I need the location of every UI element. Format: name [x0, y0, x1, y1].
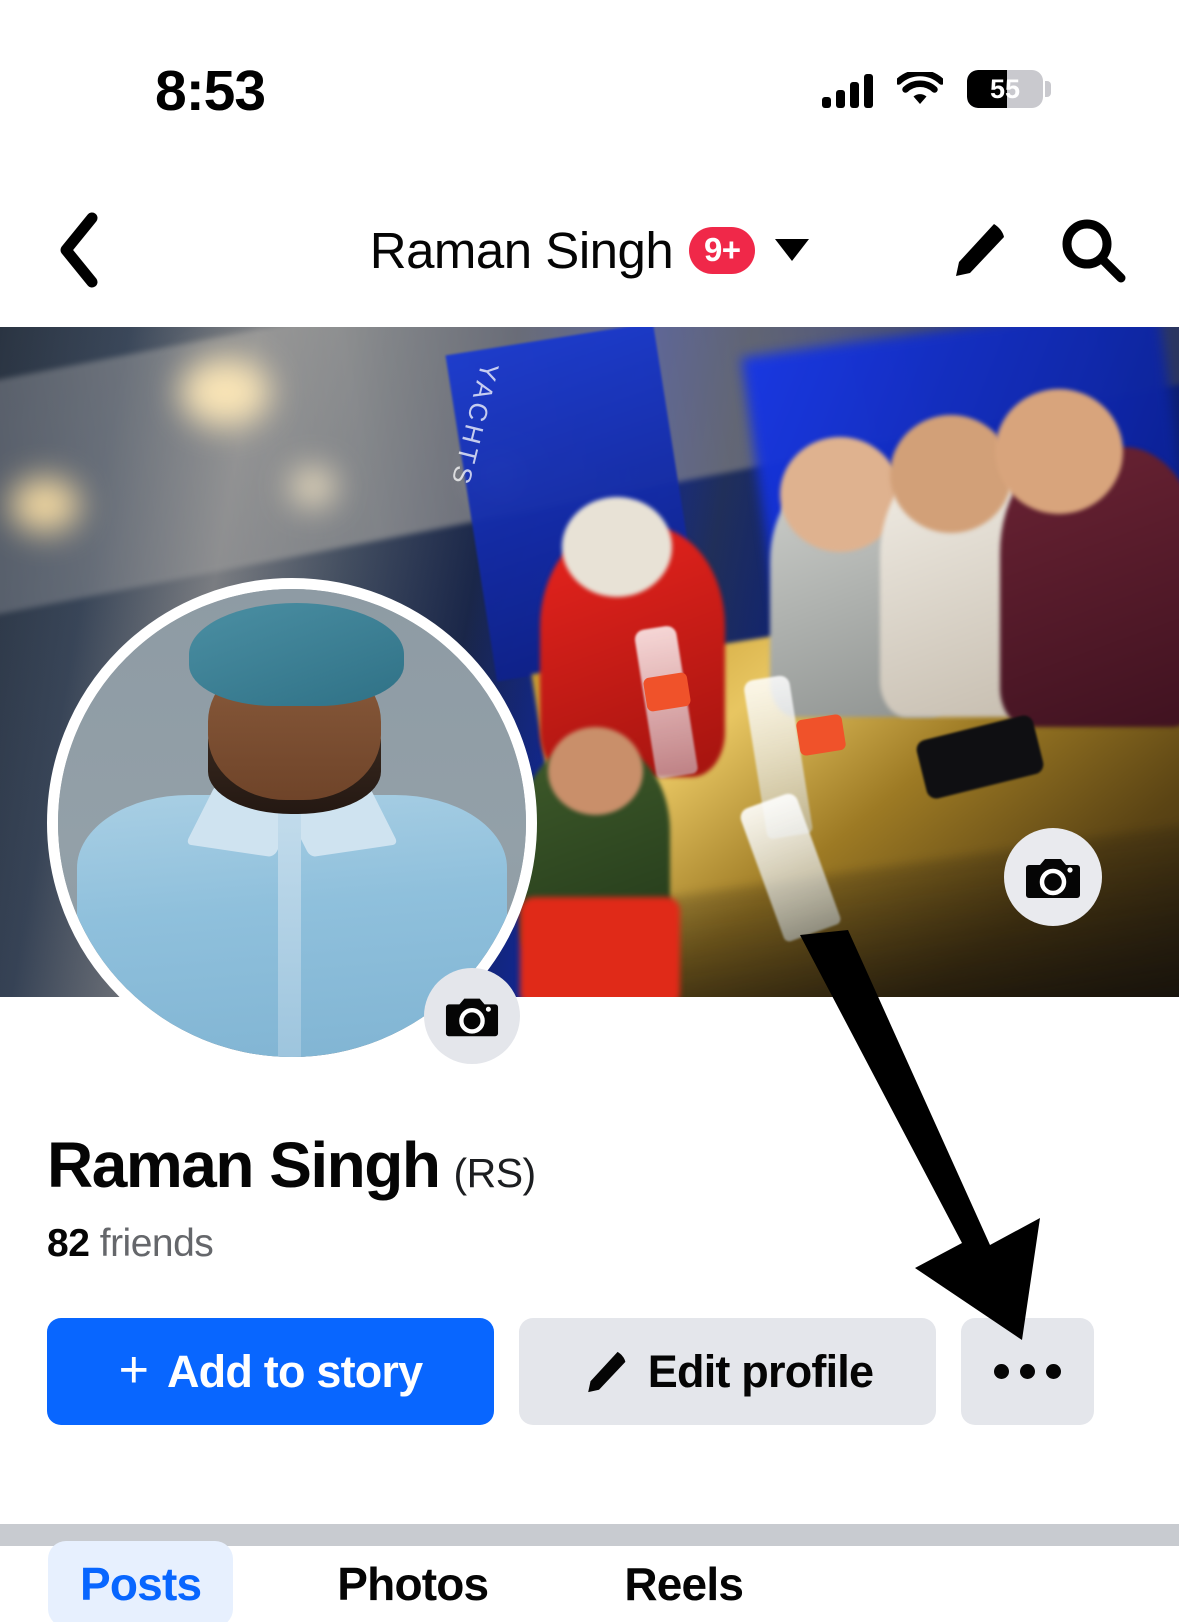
notification-badge[interactable]: 9+: [689, 226, 756, 274]
navigation-bar: Raman Singh 9+: [0, 178, 1179, 326]
profile-name-suffix: (RS): [453, 1150, 536, 1196]
search-icon: [1062, 219, 1126, 283]
friends-count: 82: [47, 1222, 90, 1265]
edit-profile-button[interactable]: Edit profile: [519, 1318, 936, 1425]
search-button[interactable]: [1045, 202, 1141, 298]
edit-profile-picture-button[interactable]: [424, 968, 520, 1064]
camera-icon: [1026, 859, 1080, 898]
page-title: Raman Singh: [369, 221, 674, 279]
more-options-button[interactable]: [961, 1318, 1094, 1425]
edit-button[interactable]: [931, 202, 1027, 298]
tab-posts[interactable]: Posts: [48, 1541, 234, 1622]
status-bar-time: 8:53: [155, 59, 266, 123]
status-bar: 8:53 55: [0, 0, 1179, 160]
battery-icon: 55: [967, 70, 1051, 108]
wifi-icon: [895, 69, 945, 108]
identity-block: Raman Singh (RS) 82 friends: [47, 1128, 947, 1266]
facebook-profile-screen: 8:53 55 Raman Singh 9+ YACHTS Raman Sing…: [0, 0, 1179, 1622]
edit-profile-label: Edit profile: [647, 1345, 874, 1397]
profile-tabs: Posts Photos Reels: [0, 1541, 1179, 1622]
battery-percent: 55: [989, 73, 1021, 104]
tab-photos[interactable]: Photos: [305, 1541, 520, 1622]
ellipsis-icon: [994, 1364, 1061, 1379]
friends-count-row[interactable]: 82 friends: [47, 1222, 947, 1266]
profile-name-row: Raman Singh (RS): [47, 1128, 947, 1202]
chevron-left-icon: [60, 212, 98, 288]
back-button[interactable]: [42, 208, 114, 292]
pencil-icon: [587, 1351, 626, 1392]
pencil-icon: [956, 224, 1004, 276]
profile-action-buttons: + Add to story Edit profile: [47, 1318, 1094, 1425]
friends-label: friends: [99, 1222, 214, 1265]
add-to-story-label: Add to story: [166, 1345, 423, 1397]
cellular-signal-icon: [822, 72, 873, 108]
edit-cover-photo-button[interactable]: [1004, 828, 1102, 926]
tab-reels[interactable]: Reels: [592, 1541, 775, 1622]
chevron-down-icon[interactable]: [775, 239, 810, 261]
profile-name: Raman Singh: [47, 1129, 441, 1201]
add-to-story-button[interactable]: + Add to story: [47, 1318, 494, 1425]
plus-icon: +: [118, 1340, 149, 1399]
camera-icon: [445, 998, 499, 1037]
status-bar-icons: 55: [822, 62, 1051, 108]
